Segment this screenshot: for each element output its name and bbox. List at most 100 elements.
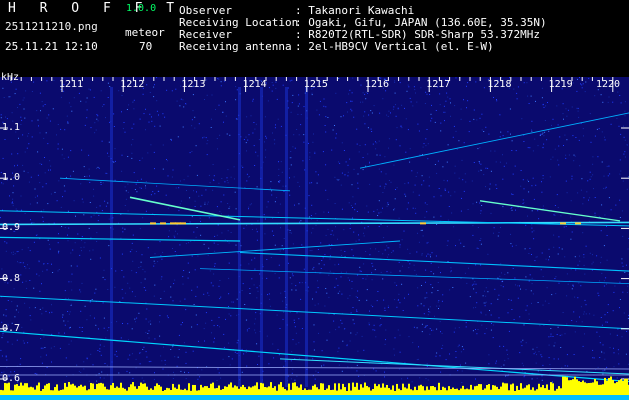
noise-speck (423, 305, 425, 307)
noise-speck (141, 254, 143, 256)
noise-speck (358, 234, 359, 236)
noise-speck (603, 352, 605, 354)
noise-speck (236, 352, 238, 354)
noise-speck (454, 165, 456, 167)
noise-speck (468, 131, 470, 133)
noise-speck (565, 157, 567, 159)
noise-speck (447, 144, 449, 146)
signal-bar (84, 385, 86, 395)
noise-speck (213, 273, 215, 275)
noise-speck (311, 204, 313, 206)
signal-bar (568, 380, 570, 395)
noise-speck (288, 168, 290, 170)
noise-speck (392, 108, 394, 110)
noise-speck (64, 227, 66, 229)
noise-speck (379, 154, 381, 156)
signal-bar (388, 388, 390, 395)
noise-speck (618, 125, 620, 127)
meteor-head (575, 222, 581, 225)
app-version: 1.0.0 (126, 3, 157, 14)
noise-speck (337, 292, 339, 294)
noise-speck (257, 220, 259, 222)
noise-speck (43, 263, 45, 265)
noise-speck (369, 162, 370, 164)
noise-speck (168, 230, 170, 232)
noise-speck (228, 306, 229, 307)
noise-speck (102, 105, 103, 107)
noise-speck (41, 362, 43, 364)
noise-speck (481, 205, 483, 206)
noise-speck (404, 183, 406, 185)
noise-speck (447, 219, 449, 221)
noise-speck (51, 333, 53, 335)
noise-speck (208, 174, 210, 176)
noise-speck (507, 131, 509, 133)
noise-speck (66, 115, 68, 117)
signal-bar (252, 386, 254, 395)
noise-speck (323, 98, 325, 100)
noise-speck (335, 92, 337, 94)
noise-speck (599, 335, 601, 337)
noise-speck (583, 311, 585, 313)
noise-speck (315, 171, 317, 173)
noise-speck (84, 242, 86, 244)
noise-speck (145, 181, 147, 182)
noise-speck (375, 370, 377, 372)
noise-speck (376, 209, 378, 211)
noise-speck (413, 326, 415, 328)
noise-speck (44, 172, 46, 174)
noise-speck (291, 351, 293, 353)
noise-speck (114, 148, 116, 150)
noise-speck (223, 346, 225, 348)
noise-speck (564, 333, 566, 335)
noise-speck (580, 189, 582, 191)
noise-speck (395, 104, 396, 106)
noise-speck (223, 333, 225, 335)
signal-bar (424, 390, 426, 395)
signal-bar (290, 389, 292, 395)
noise-speck (135, 183, 137, 185)
noise-speck (380, 211, 382, 213)
noise-speck (122, 297, 124, 299)
noise-speck (387, 305, 389, 307)
noise-speck (335, 226, 336, 228)
noise-speck (347, 164, 349, 166)
noise-speck (315, 224, 317, 226)
noise-speck (13, 288, 15, 290)
signal-bar (106, 389, 108, 395)
noise-speck (428, 311, 430, 313)
noise-speck (143, 380, 145, 382)
noise-speck (12, 205, 14, 207)
noise-speck (279, 328, 281, 329)
noise-speck (78, 370, 80, 372)
noise-speck (24, 151, 26, 153)
noise-speck (5, 356, 7, 358)
noise-speck (187, 262, 189, 264)
signal-bar (386, 384, 388, 395)
noise-speck (200, 205, 202, 207)
signal-bar (602, 384, 604, 395)
noise-speck (450, 270, 452, 272)
noise-speck (366, 299, 368, 301)
signal-bar (560, 388, 562, 395)
noise-speck (376, 154, 378, 156)
noise-speck (475, 264, 477, 266)
signal-bar (86, 390, 88, 395)
noise-speck (319, 100, 321, 102)
noise-speck (571, 178, 573, 180)
signal-bar (232, 387, 234, 395)
noise-speck (310, 218, 312, 220)
noise-speck (198, 340, 199, 342)
noise-speck (248, 176, 250, 178)
noise-speck (371, 131, 373, 132)
noise-speck (70, 304, 72, 306)
noise-speck (25, 90, 27, 92)
time-tick-label: 1211 (59, 79, 84, 90)
noise-speck (353, 323, 355, 325)
noise-speck (460, 108, 462, 110)
signal-bar (198, 390, 200, 395)
noise-speck (338, 364, 340, 366)
noise-speck (279, 180, 281, 182)
signal-bar (174, 387, 176, 395)
noise-speck (282, 84, 284, 86)
